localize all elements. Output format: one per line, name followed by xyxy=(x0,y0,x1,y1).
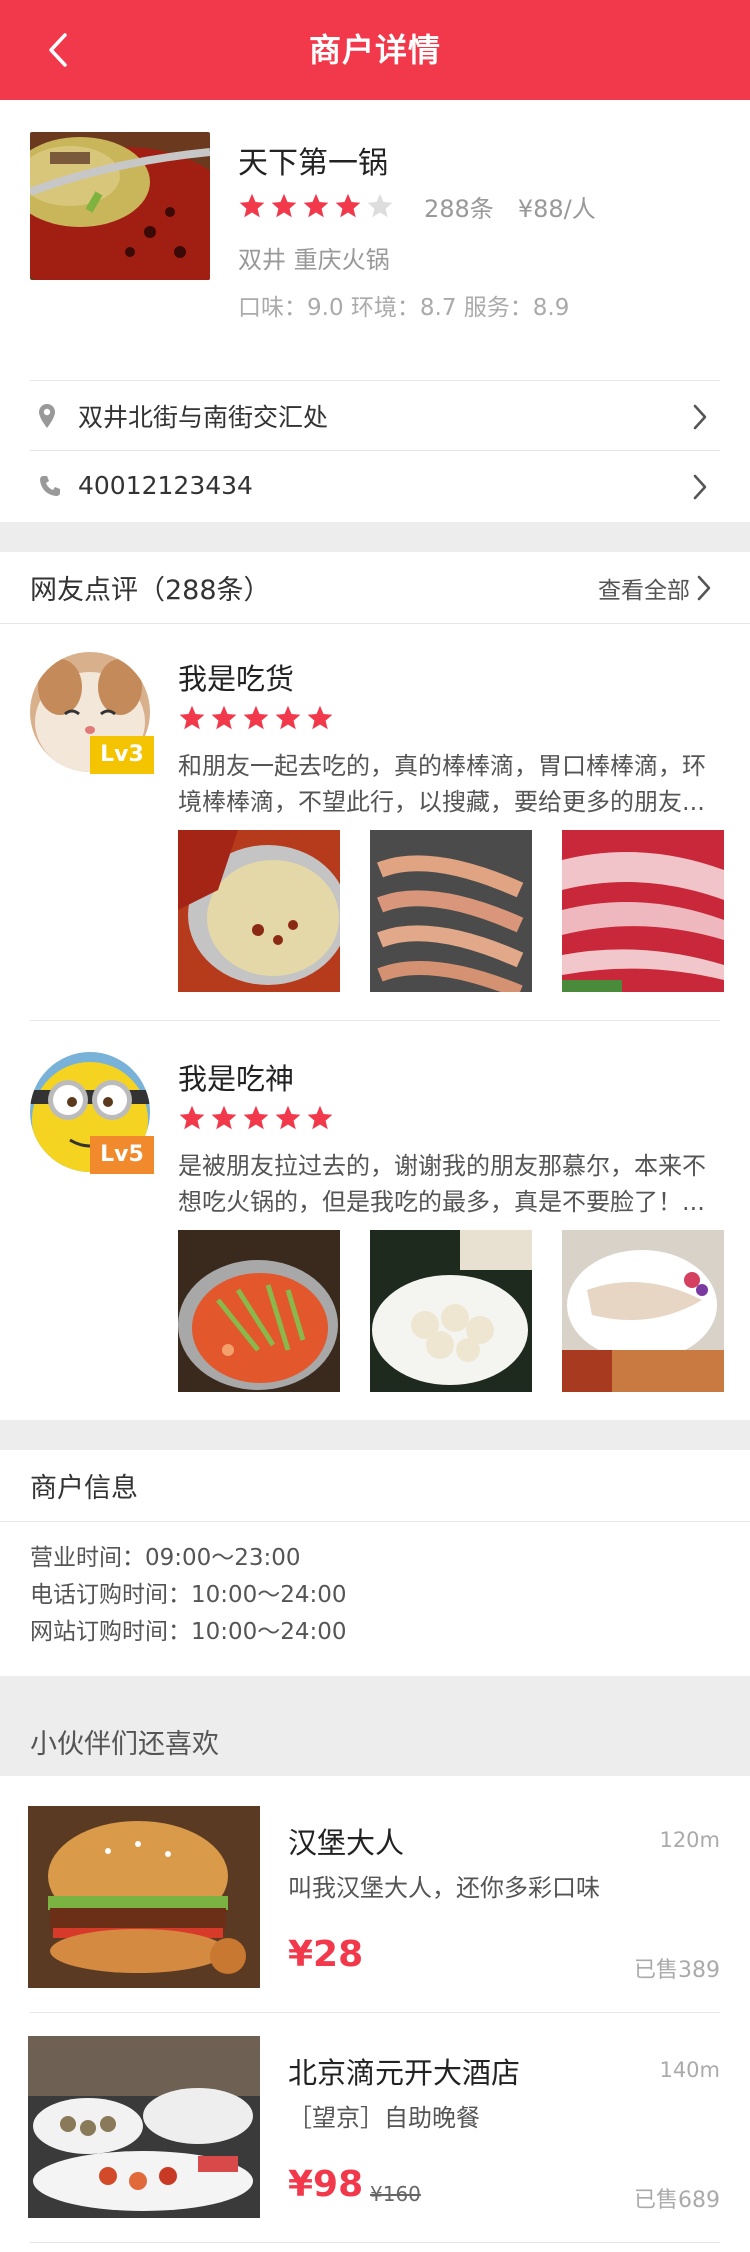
recommend-divider xyxy=(30,2242,720,2243)
chevron-right-icon xyxy=(692,473,708,505)
section-divider xyxy=(0,1420,750,1450)
section-divider xyxy=(0,522,750,552)
merchant-info-header: 商户信息 xyxy=(0,1450,750,1522)
recommend-original-price: ¥160 xyxy=(370,2182,421,2206)
review-username: 我是吃货 xyxy=(178,662,295,696)
review-count: 288条 xyxy=(424,194,494,223)
review-divider xyxy=(30,1020,720,1021)
star-icon xyxy=(275,705,301,730)
recommend-sold-count: 已售689 xyxy=(634,2188,720,2213)
contact-rows: 双井北街与南街交汇处 40012123434 xyxy=(30,380,720,520)
star-icon xyxy=(275,1105,301,1130)
user-level-badge: Lv3 xyxy=(90,736,154,774)
phone-text: 40012123434 xyxy=(78,471,253,500)
review-stars xyxy=(178,704,334,732)
recommend-image[interactable] xyxy=(28,1806,260,1988)
star-icon xyxy=(307,1105,333,1130)
star-icon xyxy=(243,705,269,730)
review-photos xyxy=(178,1230,724,1392)
view-all-link[interactable]: 查看全部 xyxy=(598,571,690,605)
review-username: 我是吃神 xyxy=(178,1062,295,1096)
recommend-description: ［望京］自助晚餐 xyxy=(288,2104,480,2132)
recommend-price: ¥98 xyxy=(288,2164,364,2205)
shop-name: 天下第一锅 xyxy=(238,146,388,181)
star-icon xyxy=(271,193,297,218)
shop-category: 双井 重庆火锅 xyxy=(238,246,390,274)
user-level-badge: Lv5 xyxy=(90,1136,154,1174)
review-photo[interactable] xyxy=(562,830,724,992)
recommend-distance: 140m xyxy=(659,2058,720,2082)
review-photo[interactable] xyxy=(370,830,532,992)
address-row[interactable]: 双井北街与南街交汇处 xyxy=(30,380,720,450)
business-hours: 营业时间：09:00～23:00 xyxy=(30,1545,301,1571)
shop-rating-row: 288条 ¥88/人 xyxy=(238,188,596,224)
recommend-distance: 120m xyxy=(659,1828,720,1852)
star-icon xyxy=(211,1105,237,1130)
star-icon xyxy=(367,193,393,218)
recommend-name: 汉堡大人 xyxy=(288,1826,405,1860)
reviews-title: 网友点评（288条） xyxy=(30,575,271,606)
star-icon xyxy=(211,705,237,730)
merchant-info-body: 营业时间：09:00～23:00 电话订购时间：10:00～24:00 网站订购… xyxy=(30,1540,347,1651)
phone-icon xyxy=(38,474,78,498)
review-photo[interactable] xyxy=(562,1230,724,1392)
phone-row[interactable]: 40012123434 xyxy=(30,450,720,520)
recommend-description: 叫我汉堡大人，还你多彩口味 xyxy=(288,1874,600,1902)
hotpot-image xyxy=(30,132,210,280)
recommend-name: 北京滴元开大酒店 xyxy=(288,2056,521,2090)
shop-thumbnail[interactable] xyxy=(30,132,210,280)
recommend-header: 小伙伴们还喜欢 xyxy=(0,1676,750,1776)
recommend-divider xyxy=(30,2012,720,2013)
price-per-person: ¥88/人 xyxy=(517,194,596,223)
address-text: 双井北街与南街交汇处 xyxy=(78,402,329,432)
star-icon xyxy=(335,193,361,218)
recommend-image[interactable] xyxy=(28,2036,260,2218)
recommend-title: 小伙伴们还喜欢 xyxy=(30,1729,219,1760)
star-icon xyxy=(303,193,329,218)
shop-scores: 口味：9.0 环境：8.7 服务：8.9 xyxy=(238,295,570,321)
review-text: 和朋友一起去吃的，真的棒棒滴，胃口棒棒滴，环境棒棒滴，不望此行，以搜藏，要给更多… xyxy=(178,752,706,816)
star-icon xyxy=(307,705,333,730)
review-photo[interactable] xyxy=(178,1230,340,1392)
review-stars xyxy=(178,1104,334,1132)
review-photos xyxy=(178,830,724,992)
star-icon xyxy=(179,1105,205,1130)
review-photo[interactable] xyxy=(370,1230,532,1392)
web-order-hours: 网站订购时间：10:00～24:00 xyxy=(30,1619,347,1645)
chevron-right-icon xyxy=(692,403,708,435)
reviews-header: 网友点评（288条） 查看全部 xyxy=(0,552,750,624)
phone-order-hours: 电话订购时间：10:00～24:00 xyxy=(30,1582,347,1608)
recommend-price: ¥28 xyxy=(288,1934,364,1975)
star-icon xyxy=(239,193,265,218)
chevron-right-icon[interactable] xyxy=(696,574,712,606)
recommend-sold-count: 已售389 xyxy=(634,1958,720,1983)
star-icon xyxy=(243,1105,269,1130)
star-icon xyxy=(179,705,205,730)
merchant-info-title: 商户信息 xyxy=(30,1473,138,1504)
shop-summary: 天下第一锅 288条 ¥88/人 双井 重庆火锅 口味：9.0 环境：8.7 服… xyxy=(0,0,750,380)
review-text: 是被朋友拉过去的，谢谢我的朋友那慕尔，本来不想吃火锅的，但是我吃的最多，真是不要… xyxy=(178,1152,706,1216)
review-photo[interactable] xyxy=(178,830,340,992)
location-pin-icon xyxy=(38,403,78,429)
shop-rating-stars xyxy=(238,192,394,220)
